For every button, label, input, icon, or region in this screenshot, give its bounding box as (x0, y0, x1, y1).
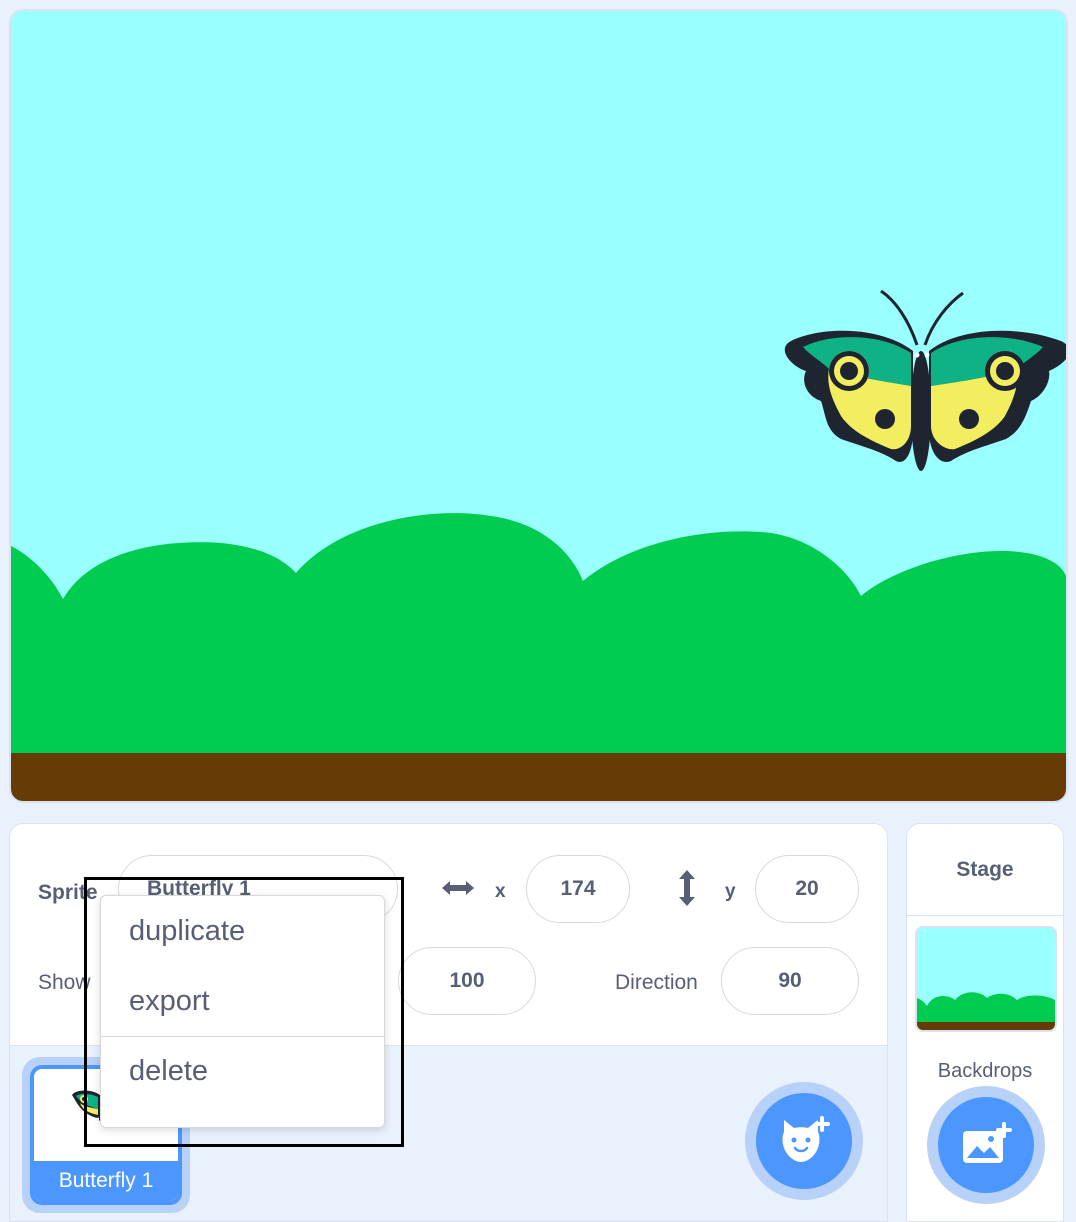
stage-thumbnail[interactable] (915, 926, 1057, 1032)
image-plus-icon (963, 1122, 1012, 1163)
choose-sprite-button[interactable] (745, 1082, 863, 1200)
backdrop-thumbnail-icon (917, 928, 1055, 1030)
backdrops-label: Backdrops (937, 1060, 1033, 1082)
y-position-input[interactable]: 20 (755, 855, 859, 923)
x-position-input[interactable]: 174 (526, 855, 630, 923)
y-label: y (725, 881, 736, 902)
menu-item-export[interactable]: export (101, 966, 384, 1036)
direction-input[interactable]: 90 (721, 947, 859, 1015)
horizontal-arrows-icon (442, 881, 474, 895)
sprite-tile-name: Butterfly 1 (34, 1161, 178, 1201)
ground (11, 753, 1066, 801)
stage-selector-body: Backdrops (907, 916, 1063, 1221)
x-label: x (495, 881, 506, 902)
menu-item-duplicate[interactable]: duplicate (101, 896, 384, 966)
backdrop-scene (11, 11, 1066, 801)
direction-label: Direction (615, 971, 698, 994)
stage-title: Stage (907, 824, 1063, 916)
stage-canvas[interactable] (9, 9, 1068, 803)
cat-plus-icon (782, 1116, 830, 1162)
choose-backdrop-button[interactable] (927, 1086, 1045, 1204)
choose-sprite-fab[interactable] (756, 1093, 852, 1189)
sprite-label: Sprite (38, 881, 98, 904)
size-input[interactable]: 100 (398, 947, 536, 1015)
menu-item-delete[interactable]: delete (101, 1036, 384, 1106)
vertical-arrows-icon (679, 870, 695, 906)
stage-selector-pane[interactable]: Stage Backdrops (906, 823, 1064, 1222)
show-label: Show (38, 971, 91, 994)
choose-backdrop-fab[interactable] (938, 1097, 1034, 1193)
sprite-context-menu: duplicate export delete (100, 895, 385, 1128)
